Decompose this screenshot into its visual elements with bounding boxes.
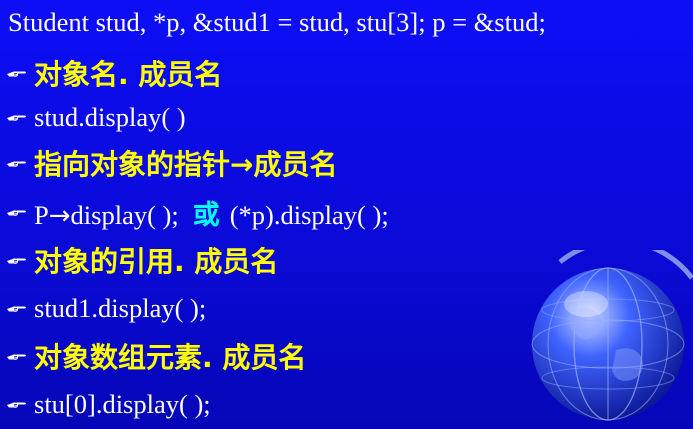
pointing-hand-icon	[7, 306, 26, 312]
reference-access-syntax: 对象的引用. 成员名	[34, 245, 279, 278]
pointer-name: P	[34, 199, 49, 230]
or-label: 或	[192, 199, 220, 231]
pointing-hand-icon	[7, 71, 26, 77]
bullet-line-2: stud.display( )	[6, 93, 186, 141]
pointing-hand-icon	[7, 258, 26, 264]
pointing-hand-icon	[7, 354, 26, 360]
array-access-example: stu[0].display( );	[34, 388, 211, 419]
member-access-example: stud.display( )	[34, 101, 186, 132]
reference-access-example: stud1.display( );	[34, 292, 207, 323]
declaration-header: Student stud, *p, &stud1 = stud, stu[3];…	[8, 7, 546, 37]
bullet-line-3: 指向对象的指针→成员名	[6, 139, 338, 187]
pointing-hand-icon	[7, 210, 26, 216]
bullet-line-1: 对象名. 成员名	[6, 49, 222, 97]
slide: Student stud, *p, &stud1 = stud, stu[3];…	[0, 0, 693, 429]
pointer-call: display( );	[70, 199, 179, 230]
bullet-line-6: stud1.display( );	[6, 284, 206, 332]
deref-call: (*p).display( );	[229, 199, 389, 230]
bullet-line-8: stu[0].display( );	[6, 380, 211, 428]
globe-icon	[531, 250, 693, 421]
pointing-hand-icon	[7, 161, 26, 167]
arrow-icon: →	[230, 148, 254, 181]
pointer-access-prefix: 指向对象的指针	[34, 148, 231, 181]
pointer-access-suffix: 成员名	[253, 148, 338, 181]
member-access-syntax: 对象名. 成员名	[34, 58, 223, 91]
pointer-access-syntax: 指向对象的指针→成员名	[34, 143, 338, 183]
pointing-hand-icon	[7, 402, 26, 408]
array-access-syntax: 对象数组元素. 成员名	[34, 341, 307, 374]
bullet-line-5: 对象的引用. 成员名	[6, 236, 278, 284]
arrow-icon: →	[48, 200, 71, 231]
pointer-access-example: P→display( ); 或 (*p).display( );	[34, 193, 389, 232]
bullet-line-7: 对象数组元素. 成员名	[6, 332, 306, 380]
pointing-hand-icon	[7, 115, 26, 121]
bullet-line-4: P→display( ); 或 (*p).display( );	[6, 188, 389, 236]
